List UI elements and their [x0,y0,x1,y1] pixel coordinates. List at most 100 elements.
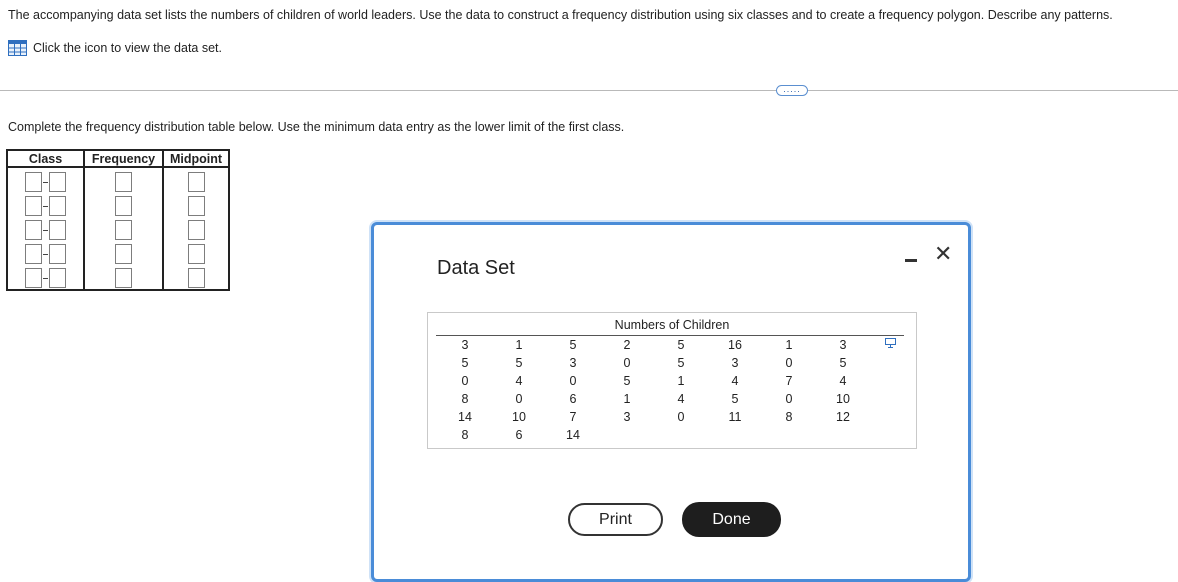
class-upper-input[interactable] [49,196,66,216]
data-value: 14 [458,410,472,424]
frequency-input[interactable] [115,196,132,216]
data-value: 1 [623,392,631,406]
frequency-input[interactable] [115,244,132,264]
data-value: 8 [461,428,469,442]
class-row [25,172,66,192]
class-dash [43,205,48,207]
spreadsheet-icon[interactable] [8,40,27,56]
expand-more-button[interactable]: ..... [776,85,808,96]
class-lower-input[interactable] [25,220,42,240]
data-value: 5 [569,338,577,352]
header-class: Class [6,149,85,168]
class-upper-input[interactable] [49,220,66,240]
data-value: 8 [785,410,793,424]
class-upper-input[interactable] [49,268,66,288]
data-value: 5 [461,356,469,370]
data-value: 6 [515,428,523,442]
close-icon[interactable]: ✕ [934,241,952,267]
data-value [708,426,762,444]
data-set-panel: Numbers of Children 3 1 5 2 5 16 1 3 5 5 3 0 5 3 0 5 0 4 0… [427,312,917,449]
data-value: 5 [515,356,523,370]
data-row: 8 6 14 [438,426,870,444]
header-frequency: Frequency [83,149,164,168]
data-value: 1 [677,374,685,388]
data-value: 0 [569,374,577,388]
header-midpoint: Midpoint [162,149,230,168]
data-value: 4 [515,374,523,388]
data-value: 11 [728,410,742,424]
midpoint-input[interactable] [187,196,205,216]
data-value: 7 [569,410,577,424]
class-lower-input[interactable] [25,172,42,192]
data-value: 2 [623,338,631,352]
data-value: 5 [839,356,847,370]
midpoint-input[interactable] [187,268,205,288]
data-value: 3 [569,356,577,370]
data-value: 5 [731,392,739,406]
section-divider [0,90,1178,91]
data-value: 5 [677,356,685,370]
view-data-link-label[interactable]: Click the icon to view the data set. [33,41,222,55]
data-value [600,426,654,444]
class-row [25,196,66,216]
class-lower-input[interactable] [25,268,42,288]
class-upper-input[interactable] [49,172,66,192]
midpoint-input[interactable] [187,172,205,192]
data-value: 1 [785,338,793,352]
midpoint-column [162,166,230,291]
print-button[interactable]: Print [568,503,663,536]
data-value: 3 [839,338,847,352]
class-upper-input[interactable] [49,244,66,264]
dataset-header: Numbers of Children [614,318,730,332]
midpoint-input[interactable] [187,244,205,264]
data-value: 6 [569,392,577,406]
data-value: 14 [566,428,580,442]
done-button[interactable]: Done [682,502,781,537]
class-column [6,166,85,291]
data-set-dialog: Data Set ✕ Numbers of Children 3 1 5 2 5 16 1 3… [371,222,971,582]
frequency-input[interactable] [115,220,132,240]
data-value: 10 [836,392,850,406]
question-text: The accompanying data set lists the numb… [8,8,1113,22]
minimize-button[interactable] [905,259,917,262]
frequency-table: Class Frequency Midpoint [6,149,230,291]
data-value: 0 [785,356,793,370]
data-row: 8 0 6 1 4 5 0 10 [438,390,870,408]
data-value: 4 [731,374,739,388]
class-lower-input[interactable] [25,244,42,264]
data-value [654,426,708,444]
class-row [25,220,66,240]
data-value [762,426,816,444]
data-row: 5 5 3 0 5 3 0 5 [438,354,870,372]
data-row: 14 10 7 3 0 11 8 12 [438,408,870,426]
data-value: 0 [623,356,631,370]
data-value: 16 [728,338,742,352]
view-data-link[interactable]: Click the icon to view the data set. [8,40,222,56]
class-lower-input[interactable] [25,196,42,216]
data-value: 7 [785,374,793,388]
data-row: 0 4 0 5 1 4 7 4 [438,372,870,390]
data-row: 3 1 5 2 5 16 1 3 [438,336,870,354]
midpoint-input[interactable] [187,220,205,240]
frequency-input[interactable] [115,268,132,288]
data-value: 0 [785,392,793,406]
class-dash [43,277,48,279]
data-value: 4 [677,392,685,406]
data-values-table: 3 1 5 2 5 16 1 3 5 5 3 0 5 3 0 5 0 4 0 5 1 4 7 4 8 0 6 1 4 5 0 10 14 10 7 3… [438,336,870,444]
data-value: 0 [515,392,523,406]
frequency-column [83,166,164,291]
frequency-input[interactable] [115,172,132,192]
data-value: 3 [623,410,631,424]
dialog-title: Data Set [437,257,515,279]
data-value: 8 [461,392,469,406]
data-value: 12 [836,410,850,424]
data-value: 4 [839,374,847,388]
class-dash [43,181,48,183]
class-row [25,244,66,264]
data-value: 5 [677,338,685,352]
instruction-text: Complete the frequency distribution tabl… [8,120,625,134]
class-dash [43,253,48,255]
copy-icon[interactable] [885,338,896,348]
data-value [816,426,870,444]
data-value: 3 [731,356,739,370]
